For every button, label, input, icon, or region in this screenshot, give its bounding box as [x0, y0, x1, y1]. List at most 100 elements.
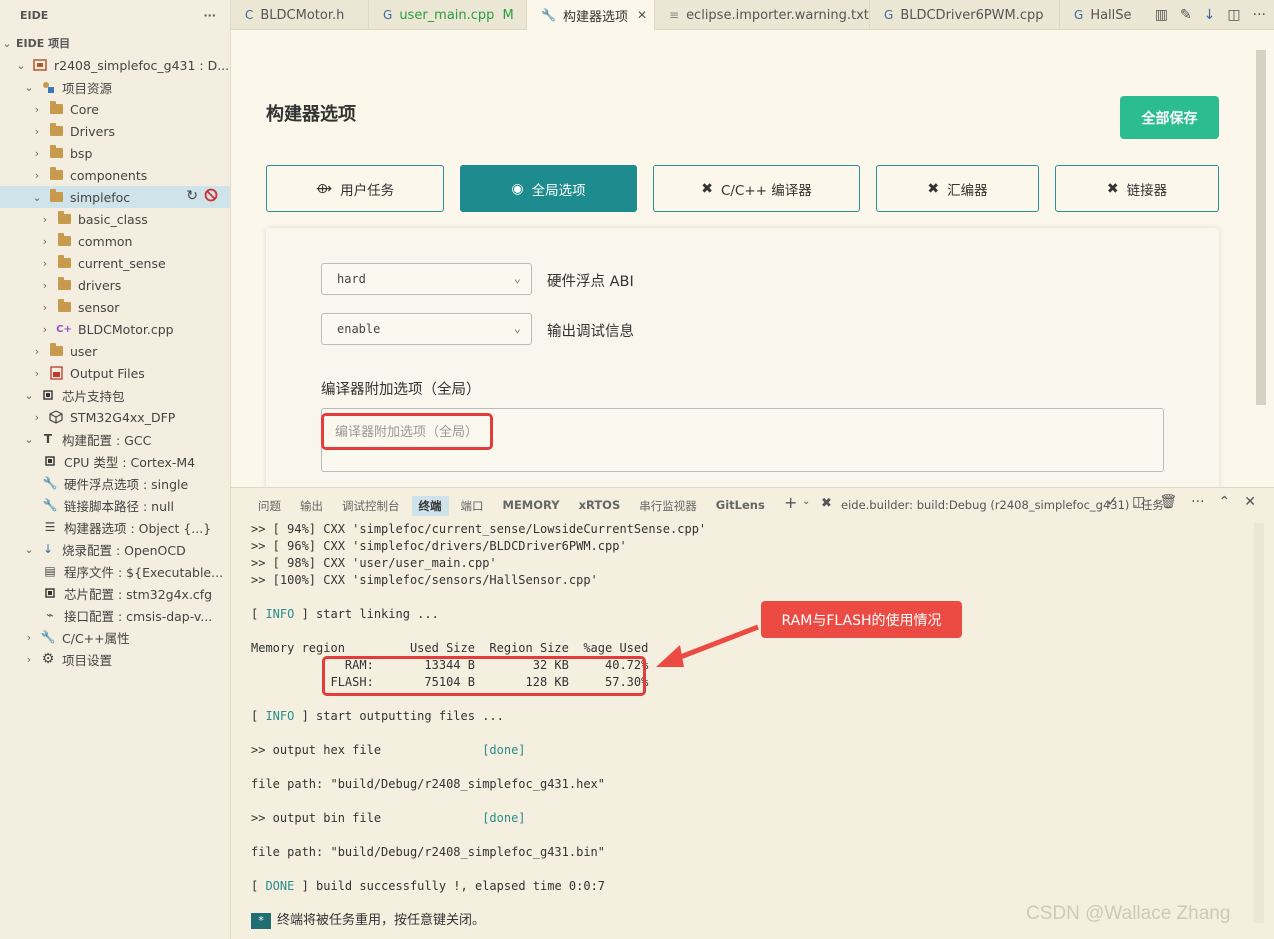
chevron-down-icon: ⌄ [16, 58, 26, 72]
panel-scrollbar[interactable] [1254, 523, 1264, 923]
tree-build-config[interactable]: ⌄ T 构建配置 : GCC [0, 428, 230, 450]
tree-file-bldcmotor[interactable]: › C+ BLDCMotor.cpp [0, 318, 230, 340]
tree-folder-bsp[interactable]: › bsp [0, 142, 230, 164]
user-tasks-button[interactable]: ⟴ 用户任务 [266, 165, 444, 212]
tools-icon: ✖ [1106, 180, 1119, 197]
plug-icon: ⌁ [46, 608, 54, 622]
close-icon[interactable]: ✕ [637, 8, 647, 22]
tree-builder-options[interactable]: ☰ 构建器选项 : Object {...} [0, 516, 230, 538]
tree-folder-common[interactable]: › common [0, 230, 230, 252]
tree-folder-user[interactable]: › user [0, 340, 230, 362]
tab-label: 构建器选项 [562, 9, 628, 25]
tree-folder-core[interactable]: › Core [0, 98, 230, 120]
tree-output-files[interactable]: › Output Files [0, 362, 230, 384]
tree-flash-config[interactable]: ⌄ ↓ 烧录配置 : OpenOCD [0, 538, 230, 560]
download-icon: ↓ [42, 542, 54, 556]
tab-user-main[interactable]: G user_main.cpp M [369, 0, 527, 30]
tab-builder-options[interactable]: 🔧 构建器选项 ✕ [527, 0, 655, 30]
tree-chip-config[interactable]: 芯片配置 : stm32g4x.cfg [0, 582, 230, 604]
tree-cpu-type[interactable]: CPU 类型 : Cortex-M4 [0, 450, 230, 472]
chevron-down-icon: ⌄ [24, 432, 34, 446]
float-abi-select[interactable]: hard ⌄ [321, 263, 532, 295]
trash-icon[interactable]: 🗑 [1159, 494, 1177, 510]
interface-config-label: 接口配置 : cmsis-dap-v... [64, 608, 213, 624]
button-label: 链接器 [1126, 182, 1168, 199]
maximize-panel-icon[interactable]: ⌃ [1219, 494, 1231, 510]
watermark: CSDN @Wallace Zhang [1026, 903, 1231, 924]
tab-memory[interactable]: MEMORY [496, 496, 567, 516]
tab-ports[interactable]: 端口 [454, 496, 491, 516]
builder-options-label: 构建器选项 : Object {...} [64, 520, 212, 536]
more-actions-icon[interactable]: ··· [203, 9, 216, 22]
chevron-down-icon: ⌄ [513, 271, 521, 285]
tab-output[interactable]: 输出 [293, 496, 330, 516]
refresh-icon[interactable]: ↻ [186, 188, 198, 206]
build-config-label: 构建配置 : GCC [62, 432, 152, 448]
tab-serial-monitor[interactable]: 串行监视器 [632, 496, 704, 516]
tree-project[interactable]: ⌄ r2408_simplefoc_g431 : D... [0, 54, 230, 76]
split-terminal-icon[interactable]: ◫ [1132, 494, 1145, 510]
folder-icon [48, 123, 64, 139]
chevron-right-icon: › [34, 366, 40, 380]
folder-label: user [70, 343, 98, 359]
chevron-right-icon: › [42, 234, 48, 248]
global-options-button[interactable]: ◉ 全局选项 [460, 165, 637, 212]
tree-folder-sensor[interactable]: › sensor [0, 296, 230, 318]
exclude-icon[interactable] [204, 188, 218, 206]
build-icon[interactable]: ▥ [1155, 7, 1168, 23]
tab-bldcdriver[interactable]: G BLDCDriver6PWM.cpp [870, 0, 1060, 30]
linker-button[interactable]: ✖ 链接器 [1055, 165, 1219, 212]
more-actions-icon[interactable]: ··· [1253, 7, 1266, 23]
tree-dfp[interactable]: › STM32G4xx_DFP [0, 406, 230, 428]
cpp-file-icon: G [383, 8, 393, 22]
assembler-button[interactable]: ✖ 汇编器 [876, 165, 1039, 212]
close-panel-icon[interactable]: ✕ [1244, 494, 1256, 510]
tree-program-file[interactable]: ▤ 程序文件 : ${Executable... [0, 560, 230, 582]
tree-folder-drivers-sub[interactable]: › drivers [0, 274, 230, 296]
tab-label: eclipse.importer.warning.txt [686, 7, 869, 23]
tree-chip-pkg[interactable]: ⌄ 芯片支持包 [0, 384, 230, 406]
tree-project-settings[interactable]: › ⚙ 项目设置 [0, 648, 230, 670]
page-title: 构建器选项 [266, 104, 356, 125]
hammer-icon: T [43, 432, 53, 446]
tab-gitlens[interactable]: GitLens [709, 496, 772, 516]
tree-resources[interactable]: ⌄ 项目资源 [0, 76, 230, 98]
select-value: hard [337, 272, 366, 286]
terminal-line: >> [ 94%] CXX 'simplefoc/current_sense/L… [251, 522, 707, 536]
tree-linker-script[interactable]: 🔧 链接脚本路径 : null [0, 494, 230, 516]
editor-scrollbar[interactable] [1256, 50, 1266, 405]
wrench-icon: 🔧 [42, 476, 58, 490]
chevron-right-icon: › [42, 322, 48, 336]
tab-terminal[interactable]: 终端 [411, 496, 449, 516]
float-abi-label: 硬件浮点 ABI [547, 274, 634, 290]
folder-label: components [70, 167, 148, 183]
clean-icon[interactable]: ✎ [1180, 7, 1192, 23]
tree-folder-simplefoc[interactable]: ⌄ simplefoc ↻ [0, 186, 230, 208]
add-terminal-icon[interactable]: + [784, 493, 797, 512]
split-editor-icon[interactable]: ◫ [1227, 7, 1240, 23]
tree-cpp-props[interactable]: › 🔧 C/C++属性 [0, 626, 230, 648]
tab-bldcmotor-h[interactable]: C BLDCMotor.h [231, 0, 369, 30]
chevron-down-icon[interactable]: ⌄ [802, 496, 810, 507]
tab-debug-console[interactable]: 调试控制台 [335, 496, 407, 516]
debug-info-select[interactable]: enable ⌄ [321, 313, 532, 345]
tree-folder-components[interactable]: › components [0, 164, 230, 186]
tab-xrtos[interactable]: xRTOS [572, 496, 628, 516]
check-icon[interactable]: ✓ [1106, 494, 1118, 510]
tab-hallsensor[interactable]: G HallSe [1060, 0, 1140, 30]
tree-interface-config[interactable]: ⌁ 接口配置 : cmsis-dap-v... [0, 604, 230, 626]
section-eide-project[interactable]: ⌄ EIDE 项目 [0, 32, 230, 54]
cpp-compiler-button[interactable]: ✖ C/C++ 编译器 [653, 165, 860, 212]
tree-folder-current-sense[interactable]: › current_sense [0, 252, 230, 274]
tab-eclipse-warning[interactable]: ≡ eclipse.importer.warning.txt [655, 0, 870, 30]
tree-folder-drivers[interactable]: › Drivers [0, 120, 230, 142]
cpp-file-icon: C+ [56, 323, 72, 335]
more-actions-icon[interactable]: ··· [1191, 494, 1204, 510]
terminal-line: [ INFO ] start linking ... [251, 607, 439, 621]
tab-problems[interactable]: 问题 [251, 496, 288, 516]
save-all-button[interactable]: 全部保存 [1120, 96, 1219, 139]
download-icon[interactable]: ↓ [1204, 7, 1216, 23]
tree-folder-basic-class[interactable]: › basic_class [0, 208, 230, 230]
folder-icon [48, 189, 64, 205]
tree-fpu[interactable]: 🔧 硬件浮点选项 : single [0, 472, 230, 494]
